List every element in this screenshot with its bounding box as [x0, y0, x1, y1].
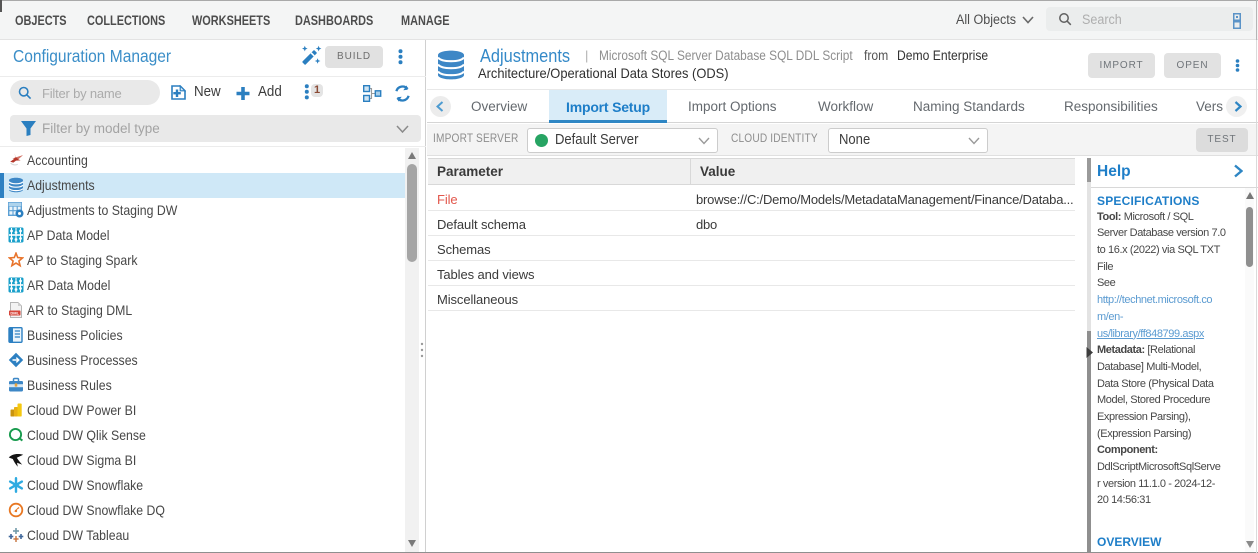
svg-text:DML: DML: [10, 311, 19, 316]
